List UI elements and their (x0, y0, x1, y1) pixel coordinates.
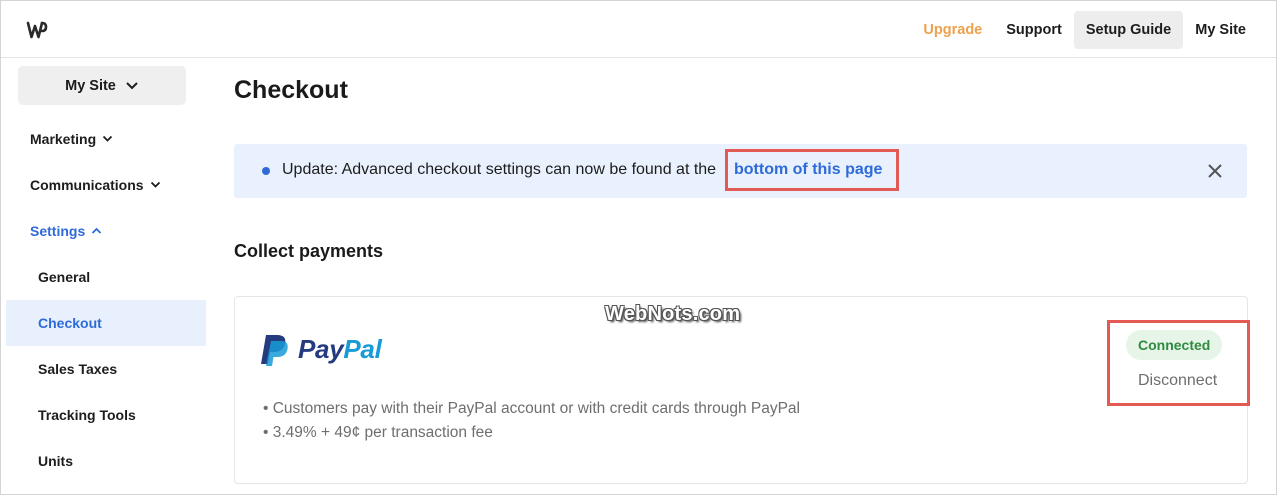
sidebar-item-settings[interactable]: Settings (30, 223, 102, 239)
sidebar: My Site Marketing Communications Setting… (1, 59, 207, 494)
list-item-text: 3.49% + 49¢ per transaction fee (272, 424, 493, 441)
chevron-down-icon (126, 81, 138, 89)
paypal-logo: PayPal (260, 333, 400, 367)
paypal-wordmark-pal: Pal (343, 334, 382, 364)
site-selector-label: My Site (65, 77, 116, 94)
sidebar-item-tracking-tools[interactable]: Tracking Tools (6, 392, 206, 438)
top-nav: Upgrade Support Setup Guide My Site (911, 11, 1258, 49)
weebly-logo-icon[interactable] (25, 18, 49, 42)
top-bar: Upgrade Support Setup Guide My Site (1, 1, 1276, 58)
list-item: • 3.49% + 49¢ per transaction fee (263, 424, 493, 441)
paypal-p-icon (261, 335, 288, 366)
support-link[interactable]: Support (994, 11, 1074, 49)
sidebar-item-label: Settings (30, 223, 86, 239)
banner-message: Update: Advanced checkout settings can n… (282, 161, 717, 178)
chevron-down-icon (150, 181, 160, 188)
sidebar-item-general[interactable]: General (6, 254, 206, 300)
upgrade-link[interactable]: Upgrade (911, 11, 994, 49)
list-item-text: Customers pay with their PayPal account … (272, 400, 800, 417)
close-icon[interactable] (1207, 163, 1223, 179)
sidebar-item-marketing[interactable]: Marketing (30, 131, 113, 147)
paypal-details: • Customers pay with their PayPal accoun… (263, 397, 800, 445)
highlight-box-link (725, 149, 899, 191)
sidebar-item-units[interactable]: Units (6, 438, 206, 484)
app-window: Upgrade Support Setup Guide My Site My S… (0, 0, 1277, 495)
my-site-link[interactable]: My Site (1183, 11, 1258, 49)
setup-guide-button[interactable]: Setup Guide (1073, 11, 1184, 49)
sidebar-item-label: Marketing (30, 131, 97, 147)
list-item: • Customers pay with their PayPal accoun… (263, 400, 800, 417)
chevron-down-icon (102, 135, 113, 142)
site-selector-button[interactable]: My Site (18, 66, 186, 105)
sidebar-item-checkout[interactable]: Checkout (6, 300, 206, 346)
bullet-dot-icon (262, 167, 270, 175)
paypal-wordmark-pay: Pay (298, 334, 344, 364)
highlight-box-status (1107, 320, 1250, 406)
watermark: WebNots.com (605, 303, 741, 325)
sidebar-item-sales-taxes[interactable]: Sales Taxes (6, 346, 206, 392)
sidebar-item-communications[interactable]: Communications (30, 177, 161, 193)
paypal-wordmark: PayPal (298, 334, 382, 365)
paypal-card: PayPal • Customers pay with their PayPal… (234, 296, 1248, 484)
sidebar-item-label: Communications (30, 177, 144, 193)
page-title: Checkout (234, 76, 348, 104)
section-title: Collect payments (234, 241, 384, 261)
chevron-up-icon (92, 227, 102, 234)
